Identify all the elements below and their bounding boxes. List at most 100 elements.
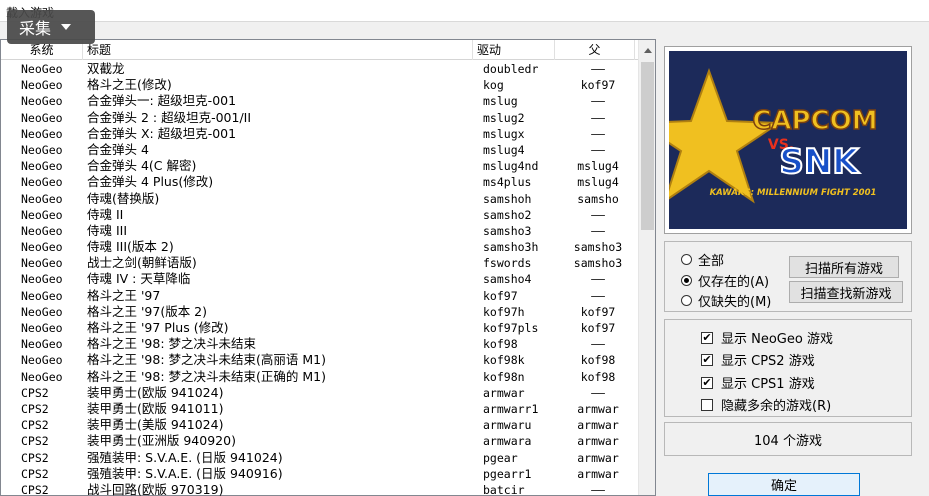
table-row[interactable]: NeoGeo 侍魂 II samsho2 —— [1, 207, 638, 223]
table-row[interactable]: NeoGeo 侍魂 III(版本 2) samsho3h samsho3 [1, 239, 638, 255]
table-row[interactable]: NeoGeo 格斗之王 '98: 梦之决斗未结束(正确的 M1) kof98n kof… [1, 369, 638, 385]
cell-system: NeoGeo [21, 353, 63, 368]
cell-system: CPS2 [21, 466, 49, 481]
game-count: 104 个游戏 [664, 422, 912, 456]
option-show-neogeo-checkbox[interactable]: ✔ [701, 331, 713, 344]
cell-system: NeoGeo [21, 62, 63, 76]
cell-system: NeoGeo [21, 321, 63, 335]
table-row[interactable]: NeoGeo 格斗之王 '97 Plus (修改) kof97pls kof97 [1, 320, 638, 336]
table-row[interactable]: NeoGeo 格斗之王 '98: 梦之决斗未结束(高丽语 M1) kof98k kof… [1, 352, 638, 368]
option-show-cps2-checkbox[interactable]: ✔ [701, 353, 713, 366]
cell-title: 战士之剑(朝鲜语版) [87, 255, 197, 271]
cell-parent: mslug4 [577, 159, 619, 174]
cell-driver: kof97pls [483, 321, 539, 335]
table-row[interactable]: NeoGeo 合金弹头 2 : 超级坦克-001/II mslug2 —— [1, 110, 638, 126]
scan-new-button[interactable]: 扫描查找新游戏 [789, 281, 903, 303]
cell-driver: mslug4 [483, 142, 525, 157]
list-header: 系统 标题 驱动 父 [1, 40, 638, 60]
cell-title: 格斗之王 '97 [87, 287, 161, 303]
vertical-scrollbar[interactable] [638, 40, 655, 495]
table-row[interactable]: CPS2 装甲勇士(美版 941024) armwaru armwar [1, 417, 638, 433]
cell-driver: mslug [483, 94, 518, 109]
scroll-up-button[interactable] [639, 40, 656, 60]
table-row[interactable]: NeoGeo 格斗之王 '97 kof97 —— [1, 288, 638, 304]
table-row[interactable]: NeoGeo 侍魂 IV : 天草降临 samsho4 —— [1, 271, 638, 287]
table-row[interactable]: NeoGeo 侍魂 III samsho3 —— [1, 223, 638, 239]
table-row[interactable]: CPS2 装甲勇士(欧版 941024) armwar —— [1, 385, 638, 401]
radio-existing-indicator[interactable] [681, 275, 692, 286]
table-row[interactable]: CPS2 战斗回路(欧版 970319) batcir —— [1, 482, 638, 496]
cell-driver: pgearr1 [483, 466, 532, 481]
table-row[interactable]: CPS2 装甲勇士(欧版 941011) armwarr1 armwar [1, 401, 638, 417]
option-hide-extra[interactable]: 隐藏多余的游戏(R) [701, 395, 831, 414]
radio-all-indicator[interactable] [681, 254, 692, 265]
column-header-title[interactable]: 标题 [83, 40, 473, 60]
column-header-parent-label: 父 [588, 43, 601, 57]
option-hide-extra-label: 隐藏多余的游戏(R) [721, 399, 832, 414]
table-row[interactable]: NeoGeo 合金弹头 4 mslug4 —— [1, 142, 638, 158]
radio-all[interactable]: 全部 [681, 250, 724, 269]
table-row[interactable]: NeoGeo 合金弹头 4(C 解密) mslug4nd mslug4 [1, 158, 638, 174]
cell-driver: armwar [483, 385, 525, 400]
radio-existing[interactable]: 仅存在的(A) [681, 271, 769, 290]
cell-title: 装甲勇士(美版 941024) [87, 417, 224, 433]
option-show-neogeo[interactable]: ✔ 显示 NeoGeo 游戏 [701, 328, 833, 347]
cell-title: 强殖装甲: S.V.A.E. (日版 940916) [87, 465, 283, 481]
cell-driver: samsho3h [483, 240, 539, 255]
capture-button[interactable]: 采集 [7, 10, 95, 44]
cell-title: 格斗之王 '97 Plus (修改) [87, 320, 229, 335]
filter-group: 全部 仅存在的(A) 仅缺失的(M) 扫描所有游戏 扫描查找新游戏 [664, 241, 912, 312]
table-row[interactable]: NeoGeo 战士之剑(朝鲜语版) fswords samsho3 [1, 255, 638, 271]
option-show-cps1-checkbox[interactable]: ✔ [701, 376, 713, 389]
column-header-system-label: 系统 [29, 43, 54, 57]
cell-title: 装甲勇士(欧版 941011) [87, 400, 224, 416]
cell-system: NeoGeo [21, 94, 63, 109]
cell-driver: pgear [483, 450, 518, 465]
cell-system: CPS2 [21, 401, 49, 416]
column-header-driver[interactable]: 驱动 [473, 40, 555, 60]
cell-driver: samshoh [483, 191, 532, 206]
cell-driver: fswords [483, 256, 532, 271]
cell-system: CPS2 [21, 450, 49, 465]
option-show-cps1[interactable]: ✔ 显示 CPS1 游戏 [701, 373, 815, 392]
cell-parent: kof98 [580, 353, 616, 368]
cell-parent: samsho3 [573, 240, 623, 255]
column-header-parent[interactable]: 父 [555, 40, 635, 60]
scrollbar-thumb[interactable] [641, 62, 654, 230]
table-row[interactable]: NeoGeo 格斗之王 '97(版本 2) kof97h kof97 [1, 304, 638, 320]
cell-driver: doubledr [483, 62, 539, 76]
game-list[interactable]: 系统 标题 驱动 父 NeoGeo 双截龙 doubledr —— NeoGeo 格斗之王… [0, 39, 656, 496]
cell-parent: armwar [577, 418, 619, 433]
cell-parent: —— [591, 94, 605, 109]
table-row[interactable]: CPS2 强殖装甲: S.V.A.E. (日版 940916) pgearr1 arm… [1, 466, 638, 482]
cell-parent: —— [591, 62, 605, 76]
radio-existing-label: 仅存在的(A) [698, 275, 770, 290]
table-row[interactable]: NeoGeo 双截龙 doubledr —— [1, 61, 638, 77]
table-row[interactable]: NeoGeo 格斗之王(修改) kog kof97 [1, 77, 638, 93]
cell-driver: kof97 [483, 288, 518, 303]
option-hide-extra-checkbox[interactable] [701, 398, 713, 411]
cell-parent: samsho3 [573, 256, 623, 271]
table-row[interactable]: NeoGeo 合金弹头一: 超级坦克-001 mslug —— [1, 93, 638, 109]
table-row[interactable]: NeoGeo 合金弹头 X: 超级坦克-001 mslugx —— [1, 126, 638, 142]
table-row[interactable]: CPS2 装甲勇士(亚洲版 940920) armwara armwar [1, 433, 638, 449]
table-row[interactable]: NeoGeo 合金弹头 4 Plus(修改) ms4plus mslug4 [1, 174, 638, 190]
option-show-cps2[interactable]: ✔ 显示 CPS2 游戏 [701, 350, 815, 369]
cell-driver: mslug2 [483, 110, 525, 125]
table-row[interactable]: NeoGeo 格斗之王 '98: 梦之决斗未结束 kof98 —— [1, 336, 638, 352]
cell-driver: armwaru [483, 418, 532, 433]
cell-parent: —— [591, 385, 605, 400]
table-row[interactable]: NeoGeo 侍魂(替换版) samshoh samsho [1, 191, 638, 207]
radio-missing[interactable]: 仅缺失的(M) [681, 291, 771, 310]
scan-all-button[interactable]: 扫描所有游戏 [789, 256, 899, 278]
scan-all-button-label: 扫描所有游戏 [804, 261, 883, 277]
table-row[interactable]: CPS2 强殖装甲: S.V.A.E. (日版 941024) pgear armwa… [1, 450, 638, 466]
cell-parent: —— [591, 337, 605, 352]
option-show-neogeo-label: 显示 NeoGeo 游戏 [721, 332, 833, 347]
cell-system: NeoGeo [21, 175, 63, 190]
cell-driver: kof97h [483, 304, 525, 319]
ok-button[interactable]: 确定 [708, 473, 860, 496]
radio-missing-indicator[interactable] [681, 295, 692, 306]
cell-system: NeoGeo [21, 288, 63, 303]
cell-system: NeoGeo [21, 240, 63, 255]
